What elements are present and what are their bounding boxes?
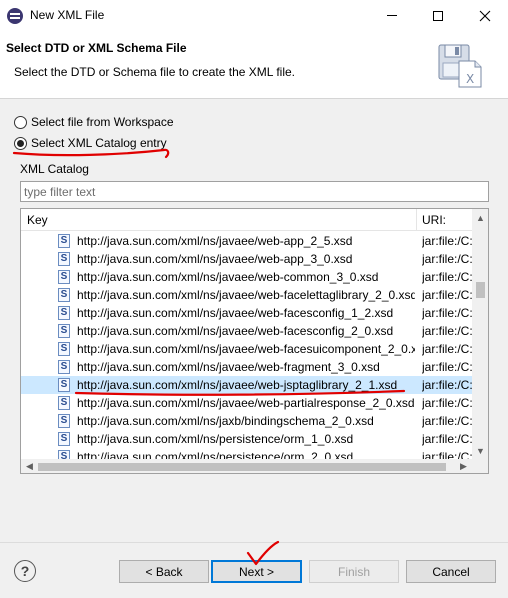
row-uri: jar:file:/C: bbox=[422, 252, 472, 266]
page-description: Select the DTD or Schema file to create … bbox=[14, 65, 296, 79]
vertical-scroll-thumb[interactable] bbox=[476, 282, 485, 298]
row-key: http://java.sun.com/xml/ns/javaee/web-fa… bbox=[77, 288, 415, 302]
scroll-right-icon[interactable]: ▶ bbox=[455, 459, 472, 473]
row-key: http://java.sun.com/xml/ns/javaee/web-pa… bbox=[77, 396, 415, 410]
next-button[interactable]: Next > bbox=[211, 560, 302, 583]
xsd-file-icon: S bbox=[58, 414, 70, 428]
row-uri: jar:file:/C: bbox=[422, 396, 472, 410]
xml-wizard-icon: X bbox=[438, 44, 482, 88]
close-button[interactable] bbox=[462, 0, 508, 31]
xsd-file-icon: S bbox=[58, 324, 70, 338]
row-uri: jar:file:/C: bbox=[422, 432, 472, 446]
window-title: New XML File bbox=[30, 8, 105, 22]
row-uri: jar:file:/C: bbox=[422, 414, 472, 428]
filter-input[interactable] bbox=[20, 181, 489, 202]
catalog-radio[interactable] bbox=[14, 136, 27, 150]
eclipse-icon bbox=[7, 8, 23, 24]
page-title: Select DTD or XML Schema File bbox=[6, 41, 187, 55]
workspace-radio[interactable] bbox=[14, 115, 27, 129]
table-row[interactable]: Shttp://java.sun.com/xml/ns/persistence/… bbox=[21, 448, 472, 459]
catalog-option[interactable]: Select XML Catalog entry bbox=[14, 136, 167, 150]
catalog-table: Key URI: Shttp://java.sun.com/xml/ns/jav… bbox=[20, 208, 489, 474]
row-key: http://java.sun.com/xml/ns/javaee/web-js… bbox=[77, 378, 398, 392]
scroll-up-icon[interactable]: ▲ bbox=[472, 209, 488, 226]
table-row[interactable]: Shttp://java.sun.com/xml/ns/javaee/web-f… bbox=[21, 340, 472, 358]
horizontal-scrollbar[interactable]: ◀ ▶ bbox=[21, 459, 472, 473]
column-header-key[interactable]: Key bbox=[27, 213, 48, 227]
xml-catalog-label: XML Catalog bbox=[20, 162, 89, 176]
scroll-corner bbox=[472, 459, 488, 473]
minimize-button[interactable] bbox=[369, 0, 415, 31]
table-row[interactable]: Shttp://java.sun.com/xml/ns/persistence/… bbox=[21, 430, 472, 448]
close-icon bbox=[479, 10, 491, 21]
maximize-button[interactable] bbox=[415, 0, 461, 31]
table-body: Shttp://java.sun.com/xml/ns/javaee/web-a… bbox=[21, 232, 472, 459]
row-key: http://java.sun.com/xml/ns/jaxb/bindings… bbox=[77, 414, 374, 428]
xsd-file-icon: S bbox=[58, 432, 70, 446]
row-uri: jar:file:/C: bbox=[422, 378, 472, 392]
row-uri: jar:file:/C: bbox=[422, 288, 472, 302]
row-key: http://java.sun.com/xml/ns/javaee/web-ap… bbox=[77, 252, 353, 266]
row-uri: jar:file:/C: bbox=[422, 270, 472, 284]
minimize-icon bbox=[387, 15, 397, 16]
back-button[interactable]: < Back bbox=[119, 560, 209, 583]
cancel-button[interactable]: Cancel bbox=[406, 560, 496, 583]
table-row[interactable]: Shttp://java.sun.com/xml/ns/javaee/web-p… bbox=[21, 394, 472, 412]
scroll-left-icon[interactable]: ◀ bbox=[21, 459, 38, 473]
scroll-down-icon[interactable]: ▼ bbox=[472, 442, 488, 459]
row-key: http://java.sun.com/xml/ns/javaee/web-fa… bbox=[77, 342, 415, 356]
maximize-icon bbox=[433, 10, 443, 21]
column-header-uri[interactable]: URI: bbox=[422, 213, 446, 227]
row-key: http://java.sun.com/xml/ns/javaee/web-ap… bbox=[77, 234, 353, 248]
row-key: http://java.sun.com/xml/ns/javaee/web-co… bbox=[77, 270, 379, 284]
svg-text:X: X bbox=[466, 72, 474, 86]
xsd-file-icon: S bbox=[58, 252, 70, 266]
row-uri: jar:file:/C: bbox=[422, 450, 472, 459]
table-row[interactable]: Shttp://java.sun.com/xml/ns/jaxb/binding… bbox=[21, 412, 472, 430]
footer-divider bbox=[0, 542, 508, 543]
table-row[interactable]: Shttp://java.sun.com/xml/ns/javaee/web-f… bbox=[21, 358, 472, 376]
row-key: http://java.sun.com/xml/ns/persistence/o… bbox=[77, 450, 354, 459]
row-key: http://java.sun.com/xml/ns/javaee/web-fa… bbox=[77, 324, 394, 338]
xsd-file-icon: S bbox=[58, 342, 70, 356]
row-uri: jar:file:/C: bbox=[422, 342, 472, 356]
table-row[interactable]: Shttp://java.sun.com/xml/ns/javaee/web-f… bbox=[21, 304, 472, 322]
workspace-option[interactable]: Select file from Workspace bbox=[14, 115, 174, 129]
table-row[interactable]: Shttp://java.sun.com/xml/ns/javaee/web-f… bbox=[21, 286, 472, 304]
xsd-file-icon: S bbox=[58, 378, 70, 392]
xsd-file-icon: S bbox=[58, 396, 70, 410]
annotation-underline-catalog bbox=[12, 148, 170, 159]
table-row[interactable]: Shttp://java.sun.com/xml/ns/javaee/web-j… bbox=[21, 376, 472, 394]
workspace-option-label: Select file from Workspace bbox=[31, 115, 174, 129]
xsd-file-icon: S bbox=[58, 450, 70, 459]
table-header: Key URI: bbox=[21, 209, 472, 231]
table-row[interactable]: Shttp://java.sun.com/xml/ns/javaee/web-f… bbox=[21, 322, 472, 340]
row-uri: jar:file:/C: bbox=[422, 360, 472, 374]
xsd-file-icon: S bbox=[58, 234, 70, 248]
catalog-option-label: Select XML Catalog entry bbox=[31, 136, 167, 150]
row-key: http://java.sun.com/xml/ns/javaee/web-fr… bbox=[77, 360, 380, 374]
horizontal-scroll-thumb[interactable] bbox=[38, 463, 446, 471]
row-uri: jar:file:/C: bbox=[422, 324, 472, 338]
row-uri: jar:file:/C: bbox=[422, 306, 472, 320]
xsd-file-icon: S bbox=[58, 360, 70, 374]
xsd-file-icon: S bbox=[58, 288, 70, 302]
row-key: http://java.sun.com/xml/ns/persistence/o… bbox=[77, 432, 354, 446]
table-row[interactable]: Shttp://java.sun.com/xml/ns/javaee/web-a… bbox=[21, 232, 472, 250]
column-divider[interactable] bbox=[416, 209, 417, 231]
finish-button[interactable]: Finish bbox=[309, 560, 399, 583]
row-key: http://java.sun.com/xml/ns/javaee/web-fa… bbox=[77, 306, 394, 320]
wizard-banner: Select DTD or XML Schema File Select the… bbox=[0, 31, 508, 99]
xsd-file-icon: S bbox=[58, 306, 70, 320]
table-row[interactable]: Shttp://java.sun.com/xml/ns/javaee/web-a… bbox=[21, 250, 472, 268]
title-bar: New XML File bbox=[0, 0, 508, 31]
table-row[interactable]: Shttp://java.sun.com/xml/ns/javaee/web-c… bbox=[21, 268, 472, 286]
vertical-scrollbar[interactable]: ▲ ▼ bbox=[472, 209, 488, 459]
xsd-file-icon: S bbox=[58, 270, 70, 284]
new-xml-file-dialog: New XML File Select DTD or XML Schema Fi… bbox=[0, 0, 508, 598]
help-icon[interactable]: ? bbox=[14, 560, 36, 582]
row-uri: jar:file:/C: bbox=[422, 234, 472, 248]
